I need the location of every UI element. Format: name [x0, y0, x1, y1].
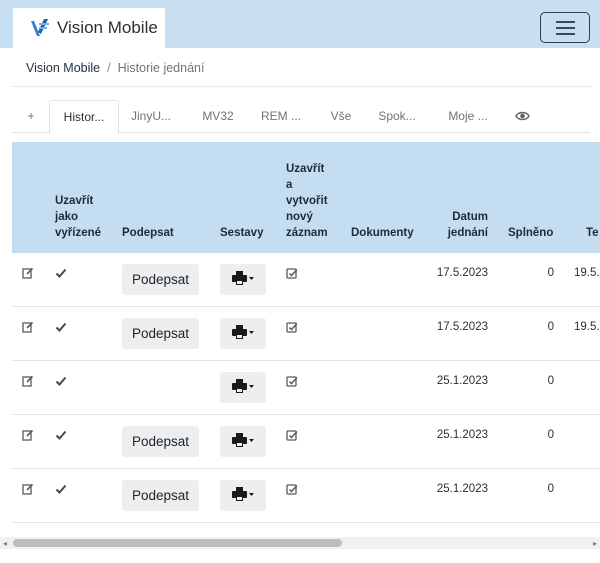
done-value: 0	[547, 483, 554, 495]
breadcrumb-home-link[interactable]: Vision Mobile	[26, 61, 100, 75]
printer-icon	[232, 487, 254, 504]
table-row[interactable]: Podepsat 17.5.2023 0 19.5...	[12, 307, 600, 361]
sign-button[interactable]: Podepsat	[122, 264, 199, 295]
header-line: záznam	[286, 227, 328, 239]
col-reports-header[interactable]: Sestavy	[220, 225, 263, 241]
printer-icon	[232, 379, 254, 396]
col-term-header[interactable]: Te	[586, 225, 599, 241]
table-row[interactable]: Podepsat 25.1.2023 0	[12, 469, 600, 523]
tab-bar: + Histor... JinyU... MV32 REM ... Vše Sp…	[12, 100, 590, 134]
print-reports-dropdown-button[interactable]	[220, 480, 266, 511]
divider	[12, 86, 592, 87]
hamburger-icon-bar	[556, 27, 575, 29]
table-row[interactable]: Podepsat 25.1.2023 0	[12, 415, 600, 469]
close-as-done-check-icon[interactable]	[55, 482, 67, 494]
tab-spok[interactable]: Spok...	[372, 100, 422, 133]
header-line: Uzavřít	[286, 163, 325, 175]
hamburger-icon	[556, 21, 575, 23]
col-close-header[interactable]: Uzavřít jako vyřízené	[55, 193, 101, 241]
edit-icon[interactable]	[22, 428, 34, 441]
term-value: 19.5...	[574, 267, 600, 279]
tab-historie[interactable]: Histor...	[49, 100, 119, 134]
close-and-create-icon[interactable]	[286, 428, 298, 441]
header-line: vytvořit	[286, 195, 328, 207]
top-navbar: Vision Mobile	[0, 0, 600, 48]
meeting-date: 17.5.2023	[436, 267, 488, 279]
tab-add[interactable]: +	[20, 100, 42, 133]
close-as-done-check-icon[interactable]	[55, 374, 67, 386]
tab-rem[interactable]: REM ...	[257, 100, 305, 133]
history-table: Uzavřít jako vyřízené Podepsat Sestavy U…	[12, 142, 600, 537]
tab-moje[interactable]: Moje ...	[443, 100, 493, 133]
col-close-create-header[interactable]: Uzavřít a vytvořit nový záznam	[286, 161, 328, 241]
tab-jinyu[interactable]: JinyU...	[124, 100, 178, 133]
header-line: jako	[55, 211, 79, 223]
print-reports-dropdown-button[interactable]	[220, 426, 266, 457]
print-reports-dropdown-button[interactable]	[220, 372, 266, 403]
close-as-done-check-icon[interactable]	[55, 428, 67, 440]
close-and-create-icon[interactable]	[286, 266, 298, 279]
edit-icon[interactable]	[22, 266, 34, 279]
done-value: 0	[547, 267, 554, 279]
sign-button[interactable]: Podepsat	[122, 426, 199, 457]
table-row[interactable]: 25.1.2023 0	[12, 361, 600, 415]
horizontal-scrollbar[interactable]: ◂ ▸	[0, 537, 600, 549]
sign-button[interactable]: Podepsat	[122, 318, 199, 349]
brand[interactable]: Vision Mobile	[13, 8, 165, 48]
brand-name: Vision Mobile	[57, 18, 158, 37]
meeting-date: 25.1.2023	[436, 483, 488, 495]
header-line: Datum	[452, 211, 488, 223]
col-date-header[interactable]: Datum jednání	[448, 209, 488, 241]
scrollbar-thumb[interactable]	[13, 539, 342, 547]
done-value: 0	[547, 321, 554, 333]
eye-icon[interactable]	[515, 109, 530, 123]
close-as-done-check-icon[interactable]	[55, 266, 67, 278]
header-line: nový	[286, 211, 313, 223]
col-done-header[interactable]: Splněno	[508, 225, 553, 241]
meeting-date: 25.1.2023	[436, 429, 488, 441]
print-reports-dropdown-button[interactable]	[220, 264, 266, 295]
vision-logo-icon	[31, 19, 49, 36]
close-and-create-icon[interactable]	[286, 482, 298, 495]
breadcrumb: Vision Mobile / Historie jednání	[26, 61, 204, 75]
table-header: Uzavřít jako vyřízené Podepsat Sestavy U…	[12, 142, 600, 253]
meeting-date: 17.5.2023	[436, 321, 488, 333]
done-value: 0	[547, 375, 554, 387]
edit-icon[interactable]	[22, 482, 34, 495]
meeting-date: 25.1.2023	[436, 375, 488, 387]
edit-icon[interactable]	[22, 320, 34, 333]
scroll-right-arrow-icon[interactable]: ▸	[593, 539, 597, 548]
close-and-create-icon[interactable]	[286, 320, 298, 333]
scroll-left-arrow-icon[interactable]: ◂	[3, 539, 7, 548]
printer-icon	[232, 325, 254, 342]
tab-mv32[interactable]: MV32	[193, 100, 243, 133]
header-line: jednání	[447, 227, 488, 239]
header-line: vyřízené	[55, 227, 102, 239]
header-line: Uzavřít	[55, 195, 94, 207]
breadcrumb-separator: /	[107, 61, 111, 75]
printer-icon	[232, 433, 254, 450]
tab-vse[interactable]: Vše	[324, 100, 358, 133]
term-value: 19.5...	[574, 321, 600, 333]
print-reports-dropdown-button[interactable]	[220, 318, 266, 349]
breadcrumb-current: Historie jednání	[117, 61, 205, 75]
col-documents-header[interactable]: Dokumenty	[351, 225, 414, 241]
done-value: 0	[547, 429, 554, 441]
col-sign-header[interactable]: Podepsat	[122, 225, 174, 241]
table-row[interactable]: Podepsat 17.5.2023 0 19.5...	[12, 253, 600, 307]
close-as-done-check-icon[interactable]	[55, 320, 67, 332]
edit-icon[interactable]	[22, 374, 34, 387]
hamburger-icon-bar	[556, 33, 575, 35]
menu-toggle-button[interactable]	[540, 12, 590, 43]
close-and-create-icon[interactable]	[286, 374, 298, 387]
printer-icon	[232, 271, 254, 288]
sign-button[interactable]: Podepsat	[122, 480, 199, 511]
header-line: a	[286, 179, 293, 191]
